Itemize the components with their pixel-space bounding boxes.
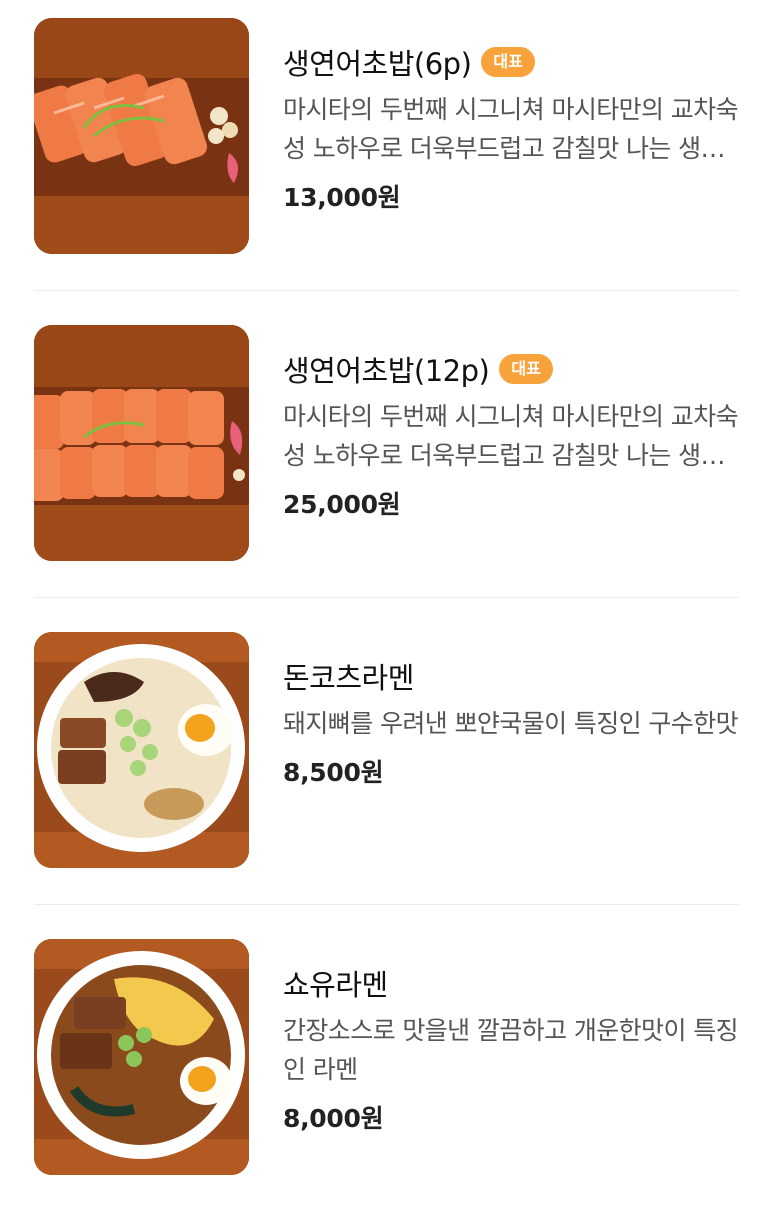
menu-item-name: 생연어초밥(6p) xyxy=(283,47,472,81)
menu-item-description: 마시타의 두번째 시그니쳐 마시타만의 교차숙성 노하우로 더욱부드럽고 감칠맛… xyxy=(283,402,739,470)
salmon-sushi-12p-photo xyxy=(34,325,249,561)
salmon-sushi-6p-photo xyxy=(34,18,249,254)
menu-item-tonkotsu-ramen[interactable]: 돈코츠라멘 돼지뼈를 우려낸 뽀얀국물이 특징인 구수한맛 8,500원 xyxy=(0,614,773,921)
menu-item-salmon-sushi-12p[interactable]: 생연어초밥(12p) 대표 마시타의 두번째 시그니쳐 마시타만의 교차숙성 노… xyxy=(0,307,773,614)
menu-item-description: 마시타의 두번째 시그니쳐 마시타만의 교차숙성 노하우로 더욱부드럽고 감칠맛… xyxy=(283,95,739,163)
menu-item-price: 8,500원 xyxy=(283,758,384,787)
tonkotsu-ramen-photo xyxy=(34,632,249,868)
menu-list: 생연어초밥(6p) 대표 마시타의 두번째 시그니쳐 마시타만의 교차숙성 노하… xyxy=(0,0,773,1210)
menu-item-price: 13,000원 xyxy=(283,183,401,212)
menu-item-salmon-sushi-6p[interactable]: 생연어초밥(6p) 대표 마시타의 두번째 시그니쳐 마시타만의 교차숙성 노하… xyxy=(0,0,773,307)
menu-item-image[interactable] xyxy=(34,18,249,254)
menu-item-image[interactable] xyxy=(34,325,249,561)
menu-item-price: 8,000원 xyxy=(283,1104,384,1133)
menu-item-shoyu-ramen[interactable]: 쇼유라멘 간장소스로 맛을낸 깔끔하고 개운한맛이 특징인 라멘 8,000원 xyxy=(0,921,773,1228)
menu-item-image[interactable] xyxy=(34,632,249,868)
shoyu-ramen-photo xyxy=(34,939,249,1175)
divider xyxy=(34,904,739,905)
menu-item-price: 25,000원 xyxy=(283,490,401,519)
divider xyxy=(34,290,739,291)
menu-item-name: 돈코츠라멘 xyxy=(283,661,414,695)
menu-item-name: 생연어초밥(12p) xyxy=(283,354,490,388)
representative-badge: 대표 xyxy=(499,354,553,384)
menu-item-name: 쇼유라멘 xyxy=(283,968,388,1002)
representative-badge: 대표 xyxy=(481,47,535,77)
menu-item-image[interactable] xyxy=(34,939,249,1175)
menu-item-description: 돼지뼈를 우려낸 뽀얀국물이 특징인 구수한맛 xyxy=(283,709,739,738)
divider xyxy=(34,597,739,598)
menu-item-description: 간장소스로 맛을낸 깔끔하고 개운한맛이 특징인 라멘 xyxy=(283,1016,739,1084)
